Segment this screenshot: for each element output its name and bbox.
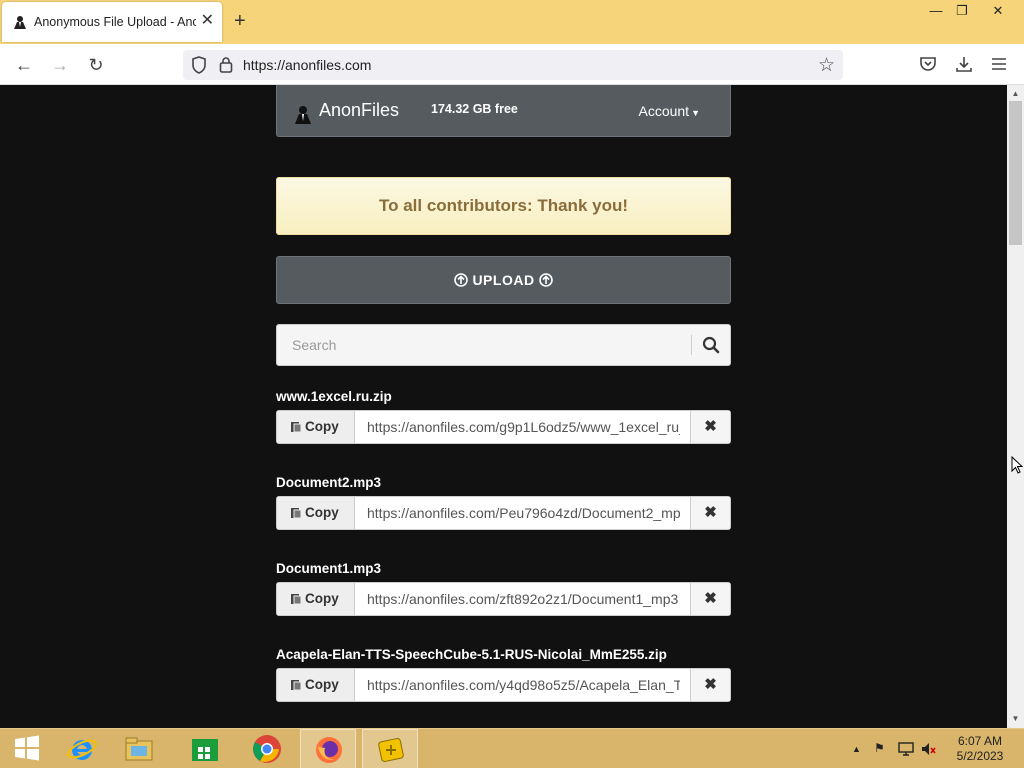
firefox-icon — [316, 737, 342, 763]
start-button[interactable] — [0, 729, 56, 768]
file-link[interactable]: https://anonfiles.com/y4qd98o5z5/Acapela… — [367, 669, 680, 701]
page-scrollbar[interactable]: ▲ ▼ — [1007, 85, 1024, 728]
clipboard-icon — [291, 422, 302, 433]
system-clock[interactable]: 6:07 AM 5/2/2023 — [950, 734, 1010, 764]
site-header: AnonFiles 174.32 GB free Account ▼ — [276, 85, 731, 137]
copy-label: Copy — [305, 591, 339, 606]
forward-icon[interactable]: → — [49, 54, 71, 76]
star-icon[interactable]: ☆ — [818, 54, 835, 77]
file-link-row: Copy https://anonfiles.com/g9p1L6odz5/ww… — [276, 410, 731, 444]
search-divider — [691, 335, 692, 355]
account-label: Account — [638, 103, 690, 119]
browser-nav-bar: ← → ↻ https://anonfiles.com ☆ — [0, 44, 1024, 85]
windows-taskbar: ▲ ⚑ 6:07 AM 5/2/2023 — [0, 728, 1024, 768]
copy-button[interactable]: Copy — [277, 669, 355, 701]
chrome-icon — [253, 735, 281, 763]
delete-x-icon[interactable]: ✖ — [690, 669, 730, 701]
file-link-row: Copy https://anonfiles.com/y4qd98o5z5/Ac… — [276, 668, 731, 702]
scroll-down-icon[interactable]: ▼ — [1007, 712, 1024, 726]
network-icon[interactable] — [898, 742, 914, 756]
pocket-icon[interactable] — [919, 55, 937, 73]
menu-icon[interactable] — [991, 56, 1007, 72]
copy-label: Copy — [305, 677, 339, 692]
search-input[interactable] — [277, 325, 691, 365]
reload-icon[interactable]: ↻ — [85, 54, 107, 76]
free-space: 174.32 GB free — [431, 102, 518, 116]
lock-icon[interactable] — [219, 56, 233, 73]
file-link[interactable]: https://anonfiles.com/Peu796o4zd/Documen… — [367, 497, 680, 529]
file-name[interactable]: Document1.mp3 — [276, 560, 731, 582]
ie-icon — [67, 739, 97, 760]
scrollbar-thumb[interactable] — [1009, 101, 1022, 245]
plus-icon[interactable]: + — [234, 11, 246, 31]
browser-tab-bar: Anonymous File Upload - Anon ✕ + — ❐ ✕ — [0, 0, 1024, 44]
upload-button[interactable]: UPLOAD — [276, 256, 731, 304]
url-text: https://anonfiles.com — [243, 57, 372, 73]
account-dropdown[interactable]: Account ▼ — [638, 103, 700, 119]
file-entry: Document1.mp3 Copy https://anonfiles.com… — [276, 560, 731, 616]
file-link[interactable]: https://anonfiles.com/zft892o2z1/Documen… — [367, 583, 680, 615]
delete-x-icon[interactable]: ✖ — [690, 411, 730, 443]
tray-expand-icon[interactable]: ▲ — [852, 744, 861, 754]
file-link-row: Copy https://anonfiles.com/Peu796o4zd/Do… — [276, 496, 731, 530]
upload-circle-icon — [454, 273, 469, 287]
file-name[interactable]: Acapela-Elan-TTS-SpeechCube-5.1-RUS-Nico… — [276, 646, 731, 668]
search-icon[interactable] — [702, 336, 720, 354]
shield-icon[interactable] — [191, 56, 207, 74]
taskbar-store[interactable] — [177, 729, 233, 768]
thanks-banner: To all contributors: Thank you! — [276, 177, 731, 235]
clipboard-icon — [291, 508, 302, 519]
file-entry: www.1excel.ru.zip Copy https://anonfiles… — [276, 388, 731, 444]
file-name[interactable]: www.1excel.ru.zip — [276, 388, 731, 410]
tab-title: Anonymous File Upload - Anon — [34, 15, 196, 29]
download-icon[interactable] — [955, 55, 973, 73]
file-name[interactable]: Document2.mp3 — [276, 474, 731, 496]
delete-x-icon[interactable]: ✖ — [690, 583, 730, 615]
scroll-up-icon[interactable]: ▲ — [1007, 87, 1024, 101]
windows-start-icon — [15, 735, 39, 761]
file-link[interactable]: https://anonfiles.com/g9p1L6odz5/www_1ex… — [367, 411, 680, 443]
clock-time: 6:07 AM — [957, 734, 1003, 748]
clock-date: 5/2/2023 — [956, 749, 1004, 763]
copy-button[interactable]: Copy — [277, 411, 355, 443]
clipboard-icon — [291, 594, 302, 605]
delete-x-icon[interactable]: ✖ — [690, 497, 730, 529]
app-icon — [378, 737, 404, 763]
explorer-icon — [125, 737, 153, 761]
caret-down-icon: ▼ — [691, 108, 700, 118]
anon-logo-icon — [14, 16, 26, 29]
upload-circle-icon — [538, 273, 553, 287]
taskbar-ie[interactable] — [54, 729, 110, 768]
upload-label: UPLOAD — [472, 272, 535, 288]
store-icon — [192, 739, 218, 761]
taskbar-explorer[interactable] — [111, 729, 167, 768]
copy-button[interactable]: Copy — [277, 583, 355, 615]
address-bar[interactable]: https://anonfiles.com ☆ — [183, 50, 843, 80]
file-entry: Acapela-Elan-TTS-SpeechCube-5.1-RUS-Nico… — [276, 646, 731, 702]
back-icon[interactable]: ← — [13, 54, 35, 76]
restore-button[interactable]: ❐ — [946, 0, 978, 24]
flag-icon[interactable]: ⚑ — [874, 741, 885, 755]
close-window-button[interactable]: ✕ — [982, 0, 1014, 24]
file-link-row: Copy https://anonfiles.com/zft892o2z1/Do… — [276, 582, 731, 616]
taskbar-firefox[interactable] — [300, 729, 356, 768]
close-icon[interactable]: ✕ — [201, 12, 214, 30]
volume-muted-icon[interactable] — [921, 742, 937, 756]
mouse-cursor-icon — [1011, 456, 1023, 474]
copy-label: Copy — [305, 505, 339, 520]
anon-logo-icon[interactable] — [293, 104, 313, 124]
site-brand[interactable]: AnonFiles — [319, 100, 399, 121]
copy-label: Copy — [305, 419, 339, 434]
taskbar-chrome[interactable] — [239, 729, 295, 768]
clipboard-icon — [291, 680, 302, 691]
page-content: AnonFiles 174.32 GB free Account ▼ To all… — [0, 85, 1007, 728]
copy-button[interactable]: Copy — [277, 497, 355, 529]
browser-tab[interactable]: Anonymous File Upload - Anon ✕ — [2, 2, 222, 42]
taskbar-app[interactable] — [362, 729, 418, 768]
search-box — [276, 324, 731, 366]
file-entry: Document2.mp3 Copy https://anonfiles.com… — [276, 474, 731, 530]
